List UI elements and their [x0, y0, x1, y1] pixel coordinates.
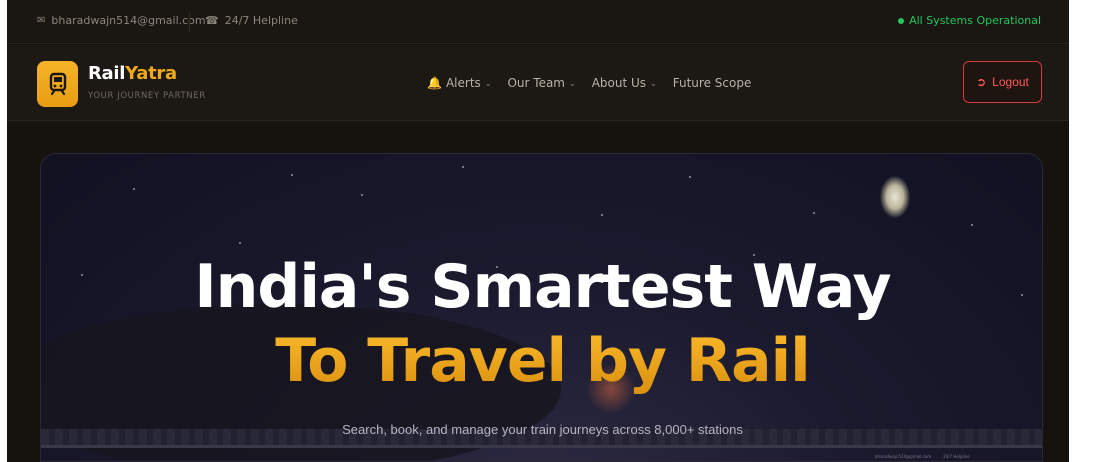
star [361, 194, 363, 196]
chevron-down-icon: ⌄ [650, 78, 657, 88]
mini-footer-email: bharadwajn514@gmail.com [875, 454, 932, 459]
rail-line [41, 445, 1042, 448]
mini-footer-phone: 24/7 Helpline [943, 454, 970, 459]
brand-name-part1: Rail [88, 63, 126, 84]
nav-item-our-team[interactable]: Our Team ⌄ [507, 76, 575, 90]
right-margin [1069, 0, 1109, 462]
nav-item-alerts[interactable]: 🔔 Alerts ⌄ [427, 76, 491, 90]
nav-item-future-scope-label: Future Scope [672, 76, 752, 90]
star [462, 166, 464, 168]
nav-item-alerts-label: Alerts [445, 76, 481, 90]
contact-email[interactable]: ✉ bharadwajn514@gmail.com [37, 14, 206, 27]
top-info-bar: ✉ bharadwajn514@gmail.com ☎ 24/7 Helplin… [7, 0, 1069, 44]
star [689, 176, 691, 178]
main-navbar: RailYatra YOUR JOURNEY PARTNER 🔔 Alerts … [7, 45, 1069, 121]
star [133, 188, 135, 190]
hero-banner: India's Smartest Way To Travel by Rail S… [40, 153, 1043, 462]
hero-title-line1: India's Smartest Way [194, 252, 891, 322]
bell-icon: 🔔 [427, 76, 442, 90]
star [291, 174, 293, 176]
hero-title-line2: To Travel by Rail [41, 326, 1042, 396]
contact-helpline[interactable]: ☎ 24/7 Helpline [205, 14, 298, 27]
star [601, 214, 603, 216]
nav-item-about-us-label: About Us [591, 76, 647, 90]
nav-item-about-us[interactable]: About Us ⌄ [592, 76, 657, 90]
logout-button[interactable]: ➲ Logout [963, 61, 1042, 103]
topbar-divider [189, 12, 190, 32]
chevron-down-icon: ⌄ [569, 78, 576, 88]
nav-menu: 🔔 Alerts ⌄ Our Team ⌄ About Us ⌄ Future … [427, 76, 751, 90]
nav-item-our-team-label: Our Team [507, 76, 565, 90]
train-icon[interactable] [37, 61, 78, 107]
helpline-text: 24/7 Helpline [224, 14, 298, 27]
mini-footer: bharadwajn514@gmail.com 24/7 Helpline [875, 454, 970, 459]
status-dot-icon [898, 17, 905, 24]
star [813, 212, 815, 214]
brand-name-part2: Yatra [125, 63, 177, 84]
nav-item-future-scope[interactable]: Future Scope [673, 76, 752, 90]
system-status-text: All Systems Operational [909, 14, 1041, 27]
mail-icon: ✉ [37, 15, 46, 26]
system-status: All Systems Operational [898, 14, 1041, 27]
logout-label: Logout [992, 75, 1029, 89]
contact-email-text: bharadwajn514@gmail.com [51, 14, 206, 27]
brand-tagline: YOUR JOURNEY PARTNER [88, 91, 206, 101]
chevron-down-icon: ⌄ [484, 78, 492, 88]
app-frame: ✉ bharadwajn514@gmail.com ☎ 24/7 Helplin… [7, 0, 1069, 462]
moon [880, 176, 910, 218]
star [239, 242, 241, 244]
phone-icon: ☎ [205, 14, 219, 27]
logout-icon: ➲ [976, 75, 987, 89]
brand-name[interactable]: RailYatra [88, 63, 177, 84]
hero-subtitle: Search, book, and manage your train jour… [342, 422, 743, 437]
star [971, 224, 973, 226]
